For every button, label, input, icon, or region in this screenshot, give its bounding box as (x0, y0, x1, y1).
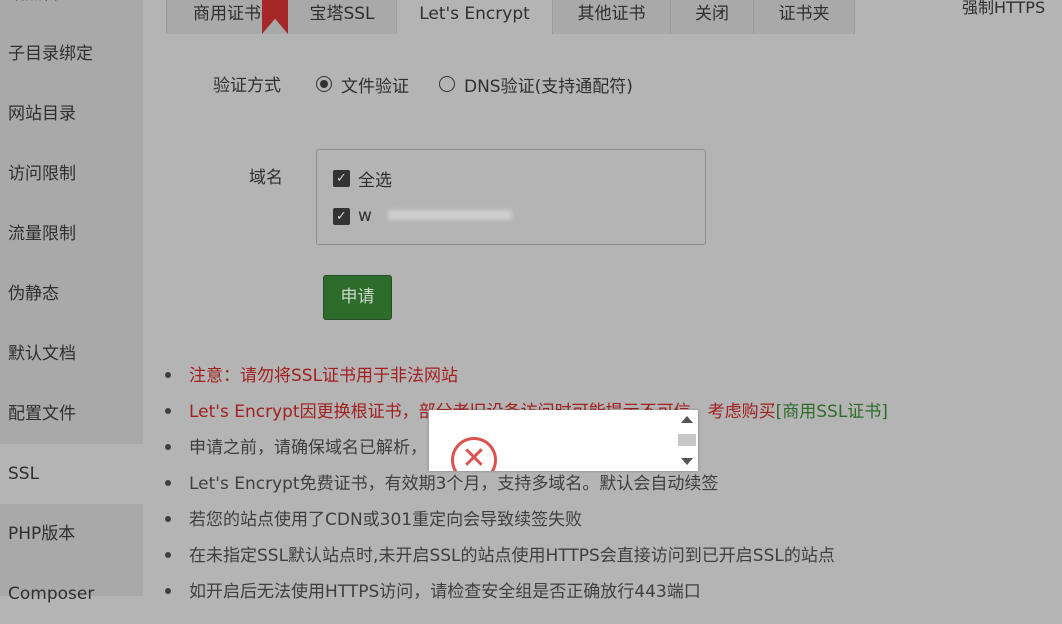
tab-lets-encrypt[interactable]: Let's Encrypt (396, 0, 553, 34)
domain-list-box: ✓ 全选 ✓ w (316, 149, 706, 245)
select-all-label: 全选 (358, 170, 392, 191)
bullet-icon (165, 407, 171, 414)
sidebar-item-site-dir[interactable]: 网站目录 (0, 84, 143, 144)
select-all-row[interactable]: ✓ 全选 (333, 167, 392, 191)
redacted-domain-blur (388, 210, 512, 220)
list-item: Let's Encrypt免费证书，有效期3个月，支持多域名。默认会自动续签 (163, 466, 718, 502)
note-text: Let's Encrypt免费证书，有效期3个月，支持多域名。默认会自动续签 (189, 474, 719, 494)
bullet-icon (165, 515, 171, 522)
sidebar-item-config-file[interactable]: 配置文件 (0, 384, 143, 444)
sidebar-item-site-manage[interactable]: 站点管理 (0, 0, 143, 24)
note-text: 如开启后无法使用HTTPS访问，请检查安全组是否正确放行443端口 (189, 582, 701, 602)
dns-verify-radio[interactable] (439, 76, 455, 92)
bullet-icon (165, 551, 171, 558)
sidebar-item-ssl[interactable]: SSL (0, 444, 143, 504)
list-item: 申请之前，请确保域名已解析， (163, 430, 427, 466)
list-item: 若您的站点使用了CDN或301重定向会导致续签失败 (163, 502, 582, 538)
sidebar-item-subdir-bind[interactable]: 子目录绑定 (0, 24, 143, 84)
bullet-icon (165, 443, 171, 450)
note-text: 在未指定SSL默认站点时,未开启SSL的站点使用HTTPS会直接访问到已开启SS… (189, 546, 835, 566)
scroll-up-arrow-icon[interactable] (681, 416, 693, 423)
sidebar: 站点管理 子目录绑定 网站目录 访问限制 流量限制 伪静态 默认文档 配置文件 … (0, 0, 143, 604)
file-verify-label[interactable]: 文件验证 (341, 72, 409, 97)
popup-scrollbar[interactable] (676, 410, 698, 471)
domain-name: w (358, 206, 372, 226)
apply-button[interactable]: 申请 (323, 275, 392, 320)
list-item: 在未指定SSL默认站点时,未开启SSL的站点使用HTTPS会直接访问到已开启SS… (163, 538, 835, 574)
domain-row[interactable]: ✓ w (333, 205, 372, 227)
file-verify-radio[interactable] (316, 76, 332, 92)
force-https-label[interactable]: 强制HTTPS (962, 0, 1045, 18)
select-all-checkbox[interactable]: ✓ (333, 169, 350, 187)
commercial-ssl-link[interactable]: [商用SSL证书] (776, 402, 888, 422)
domain-checkbox[interactable]: ✓ (333, 207, 350, 225)
sidebar-item-rewrite[interactable]: 伪静态 (0, 264, 143, 324)
error-popup: ✕ (429, 410, 698, 471)
dns-verify-label[interactable]: DNS验证(支持通配符) (464, 72, 633, 97)
sidebar-item-composer[interactable]: Composer (0, 564, 143, 624)
bullet-icon (165, 479, 171, 486)
note-text: 申请之前，请确保域名已解析， (189, 438, 427, 458)
scroll-thumb[interactable] (678, 434, 696, 446)
tab-bt-ssl[interactable]: 宝塔SSL (287, 0, 397, 34)
tab-other-cert[interactable]: 其他证书 (552, 0, 671, 34)
list-item: 如开启后无法使用HTTPS访问，请检查安全组是否正确放行443端口 (163, 574, 701, 610)
tab-cert-folder[interactable]: 证书夹 (753, 0, 855, 34)
verify-method-label: 验证方式 (213, 76, 281, 96)
scroll-down-arrow-icon[interactable] (681, 458, 693, 465)
sidebar-item-default-doc[interactable]: 默认文档 (0, 324, 143, 384)
error-x-icon: ✕ (451, 437, 497, 471)
sidebar-item-php-version[interactable]: PHP版本 (0, 504, 143, 564)
sidebar-item-traffic-limit[interactable]: 流量限制 (0, 204, 143, 264)
note-text: 若您的站点使用了CDN或301重定向会导致续签失败 (189, 510, 583, 530)
domain-label: 域名 (249, 168, 283, 188)
tab-close[interactable]: 关闭 (670, 0, 754, 34)
verify-method-radio-group: 文件验证 DNS验证(支持通配符) (316, 72, 663, 97)
list-item: 注意：请勿将SSL证书用于非法网站 (163, 358, 458, 394)
sidebar-item-access-limit[interactable]: 访问限制 (0, 144, 143, 204)
bullet-icon (165, 371, 171, 378)
note-text: 注意：请勿将SSL证书用于非法网站 (189, 366, 459, 386)
bullet-icon (165, 587, 171, 594)
